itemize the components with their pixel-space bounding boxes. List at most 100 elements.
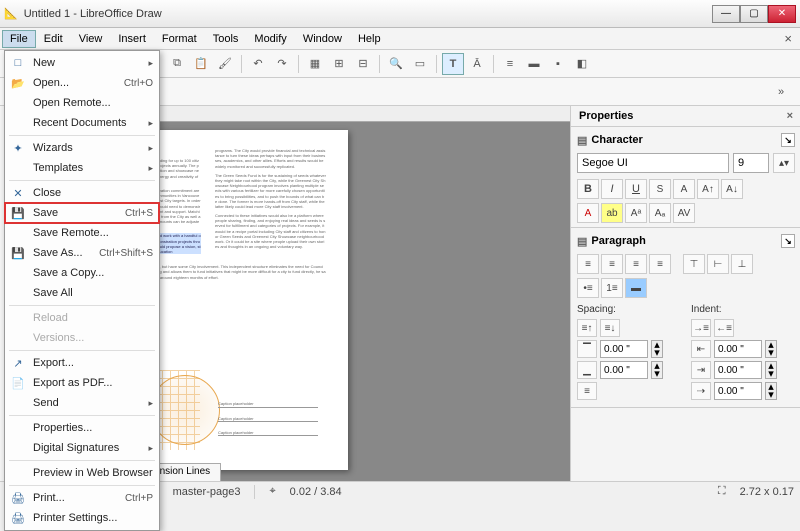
shadow-icon[interactable]: ◧ xyxy=(571,53,593,75)
menu-help[interactable]: Help xyxy=(350,30,389,48)
snap-icon[interactable]: ⊞ xyxy=(328,53,350,75)
align-icon[interactable]: ≡ xyxy=(499,53,521,75)
file-menu-save-all[interactable]: Save All xyxy=(5,283,159,303)
file-menu-wizards[interactable]: ✦Wizards▸ xyxy=(5,138,159,158)
chevron-icon[interactable]: » xyxy=(770,81,792,103)
guides-icon[interactable]: ⊟ xyxy=(352,53,374,75)
font-size-spinner[interactable]: ▴▾ xyxy=(773,153,795,173)
menu-tools[interactable]: Tools xyxy=(205,30,247,48)
file-menu-save-remote-[interactable]: Save Remote... xyxy=(5,223,159,243)
indent-dec-icon[interactable]: ←≡ xyxy=(714,319,734,337)
shadow-text-button[interactable]: A xyxy=(673,179,695,199)
spacing-button[interactable]: AV xyxy=(673,203,695,223)
arrange-icon[interactable]: ▬ xyxy=(523,53,545,75)
file-menu-open-remote-[interactable]: Open Remote... xyxy=(5,93,159,113)
file-menu-properties-[interactable]: Properties... xyxy=(5,418,159,438)
valign-mid-button[interactable]: ⊢ xyxy=(707,254,729,274)
menu-format[interactable]: Format xyxy=(154,30,205,48)
file-menu-export-as-pdf-[interactable]: 📄Export as PDF... xyxy=(5,373,159,393)
collapse-icon[interactable]: ▤ xyxy=(577,134,587,147)
menu-insert[interactable]: Insert xyxy=(110,30,154,48)
copy-icon[interactable]: ⧉ xyxy=(166,53,188,75)
spacing-dec-icon[interactable]: ≡↓ xyxy=(600,319,620,337)
spinner[interactable]: ▴▾ xyxy=(765,382,777,400)
highlight-button[interactable]: ab xyxy=(601,203,623,223)
spinner[interactable]: ▴▾ xyxy=(651,340,663,358)
file-menu-save-as-[interactable]: 💾Save As...Ctrl+Shift+S xyxy=(5,243,159,263)
above-spacing-icon[interactable]: ▔ xyxy=(577,340,597,358)
bullets-button[interactable]: •≡ xyxy=(577,278,599,298)
zoom-icon[interactable]: 🔍 xyxy=(385,53,407,75)
underline-button[interactable]: U xyxy=(625,179,647,199)
file-menu-save-a-copy-[interactable]: Save a Copy... xyxy=(5,263,159,283)
more-options-icon[interactable]: ↘ xyxy=(781,133,795,147)
more-options-icon[interactable]: ↘ xyxy=(781,234,795,248)
distribute-icon[interactable]: ▪ xyxy=(547,53,569,75)
spinner[interactable]: ▴▾ xyxy=(765,361,777,379)
grid-icon[interactable]: ▦ xyxy=(304,53,326,75)
menu-file[interactable]: File xyxy=(2,30,36,48)
file-menu-preview-in-web-browser[interactable]: Preview in Web Browser xyxy=(5,463,159,483)
file-menu-close[interactable]: ✕Close xyxy=(5,183,159,203)
align-left-button[interactable]: ≡ xyxy=(577,254,599,274)
file-menu-open-[interactable]: 📂Open...Ctrl+O xyxy=(5,73,159,93)
file-menu-templates[interactable]: Templates▸ xyxy=(5,158,159,178)
first-indent-input[interactable] xyxy=(714,382,762,400)
indent-inc-icon[interactable]: →≡ xyxy=(691,319,711,337)
file-menu-print-[interactable]: 🖨Print...Ctrl+P xyxy=(5,488,159,508)
spinner[interactable]: ▴▾ xyxy=(765,340,777,358)
align-right-button[interactable]: ≡ xyxy=(625,254,647,274)
minimize-button[interactable]: — xyxy=(712,5,740,23)
align-justify-button[interactable]: ≡ xyxy=(649,254,671,274)
file-menu-recent-documents[interactable]: Recent Documents▸ xyxy=(5,113,159,133)
file-menu-digital-signatures[interactable]: Digital Signatures▸ xyxy=(5,438,159,458)
close-window-button[interactable]: ✕ xyxy=(768,5,796,23)
file-menu-printer-settings-[interactable]: 🖨Printer Settings... xyxy=(5,508,159,528)
bold-button[interactable]: B xyxy=(577,179,599,199)
file-menu-save[interactable]: 💾SaveCtrl+S xyxy=(5,203,159,223)
menu-modify[interactable]: Modify xyxy=(246,30,294,48)
right-indent-icon[interactable]: ⇥ xyxy=(691,361,711,379)
italic-button[interactable]: I xyxy=(601,179,623,199)
superscript-button[interactable]: Aᵃ xyxy=(625,203,647,223)
above-spacing-input[interactable] xyxy=(600,340,648,358)
maximize-button[interactable]: ▢ xyxy=(740,5,768,23)
collapse-icon[interactable]: ▤ xyxy=(577,235,587,248)
left-indent-input[interactable] xyxy=(714,340,762,358)
font-color-button[interactable]: A xyxy=(577,203,599,223)
menu-edit[interactable]: Edit xyxy=(36,30,71,48)
font-size-input[interactable] xyxy=(733,153,769,173)
file-menu-new[interactable]: □New▸ xyxy=(5,53,159,73)
align-center-button[interactable]: ≡ xyxy=(601,254,623,274)
line-spacing-button[interactable]: ≡ xyxy=(577,382,597,400)
file-menu-export-[interactable]: ↗Export... xyxy=(5,353,159,373)
increase-font-button[interactable]: A↑ xyxy=(697,179,719,199)
undo-icon[interactable]: ↶ xyxy=(247,53,269,75)
menu-window[interactable]: Window xyxy=(295,30,350,48)
first-indent-icon[interactable]: ⇢ xyxy=(691,382,711,400)
insert-text-icon[interactable]: T xyxy=(442,53,464,75)
left-indent-icon[interactable]: ⇤ xyxy=(691,340,711,358)
file-menu-send[interactable]: Send▸ xyxy=(5,393,159,413)
spacing-inc-icon[interactable]: ≡↑ xyxy=(577,319,597,337)
below-spacing-input[interactable] xyxy=(600,361,648,379)
redo-icon[interactable]: ↷ xyxy=(271,53,293,75)
strikethrough-button[interactable]: S xyxy=(649,179,671,199)
fontwork-icon[interactable]: Ā xyxy=(466,53,488,75)
menu-view[interactable]: View xyxy=(71,30,111,48)
close-document-button[interactable]: × xyxy=(778,31,798,46)
zoom-page-icon[interactable]: ▭ xyxy=(409,53,431,75)
spinner[interactable]: ▴▾ xyxy=(651,361,663,379)
numbering-button[interactable]: 1≡ xyxy=(601,278,623,298)
decrease-font-button[interactable]: A↓ xyxy=(721,179,743,199)
valign-top-button[interactable]: ⊤ xyxy=(683,254,705,274)
bg-color-button[interactable]: ▬ xyxy=(625,278,647,298)
below-spacing-icon[interactable]: ▁ xyxy=(577,361,597,379)
subscript-button[interactable]: Aₐ xyxy=(649,203,671,223)
format-paint-icon[interactable]: 🖌 xyxy=(214,53,236,75)
close-panel-icon[interactable]: × xyxy=(787,110,793,122)
right-indent-input[interactable] xyxy=(714,361,762,379)
valign-bot-button[interactable]: ⊥ xyxy=(731,254,753,274)
paste-icon[interactable]: 📋 xyxy=(190,53,212,75)
font-name-input[interactable] xyxy=(577,153,729,173)
